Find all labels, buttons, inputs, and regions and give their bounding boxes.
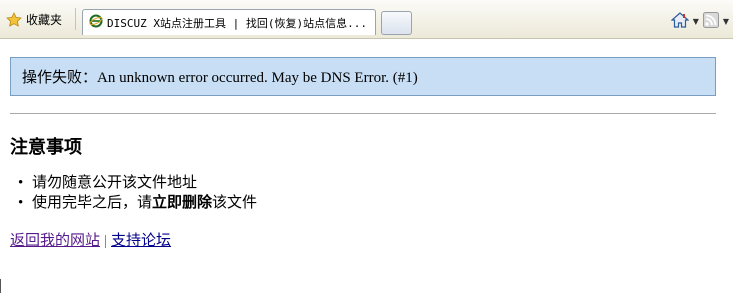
notice-item: 请勿随意公开该文件地址 — [18, 173, 257, 193]
favorites-button[interactable]: 收藏夹 — [6, 11, 62, 28]
notice-list: 请勿随意公开该文件地址 使用完毕之后，请立即删除该文件 — [18, 173, 258, 213]
new-tab-button[interactable] — [381, 11, 412, 35]
browser-toolbar: 收藏夹 DISCUZ X站点注册工具 | 找回(恢复)站点信息... ▼ ▼ — [0, 0, 733, 39]
tab-title: DISCUZ X站点注册工具 | 找回(恢复)站点信息... — [107, 16, 367, 30]
scroll-edge — [0, 279, 1, 293]
notice-text: 该文件 — [212, 195, 258, 211]
notice-emphasis: 立即删除 — [152, 195, 213, 211]
back-to-site-link[interactable]: 返回我的网站 — [10, 233, 100, 249]
link-separator: | — [104, 233, 108, 249]
rss-dropdown-icon[interactable]: ▼ — [723, 17, 729, 26]
ie-page-icon — [89, 14, 103, 31]
home-dropdown-icon[interactable]: ▼ — [693, 17, 699, 26]
command-bar: ▼ ▼ — [670, 12, 729, 31]
error-message: 操作失败：An unknown error occurred. May be D… — [10, 57, 716, 96]
divider — [10, 113, 716, 114]
toolbar-separator — [75, 8, 76, 30]
rss-icon[interactable] — [702, 12, 719, 31]
notice-title: 注意事项 — [10, 137, 82, 157]
page-content: 操作失败：An unknown error occurred. May be D… — [0, 39, 733, 293]
star-icon — [6, 11, 22, 28]
home-icon[interactable] — [670, 12, 690, 31]
tab-active[interactable]: DISCUZ X站点注册工具 | 找回(恢复)站点信息... — [82, 9, 376, 35]
support-forum-link[interactable]: 支持论坛 — [111, 233, 171, 249]
favorites-label: 收藏夹 — [26, 13, 63, 27]
notice-item: 使用完毕之后，请立即删除该文件 — [18, 193, 258, 213]
notice-text: 使用完毕之后，请 — [32, 195, 153, 211]
footer-links: 返回我的网站 | 支持论坛 — [10, 229, 171, 250]
